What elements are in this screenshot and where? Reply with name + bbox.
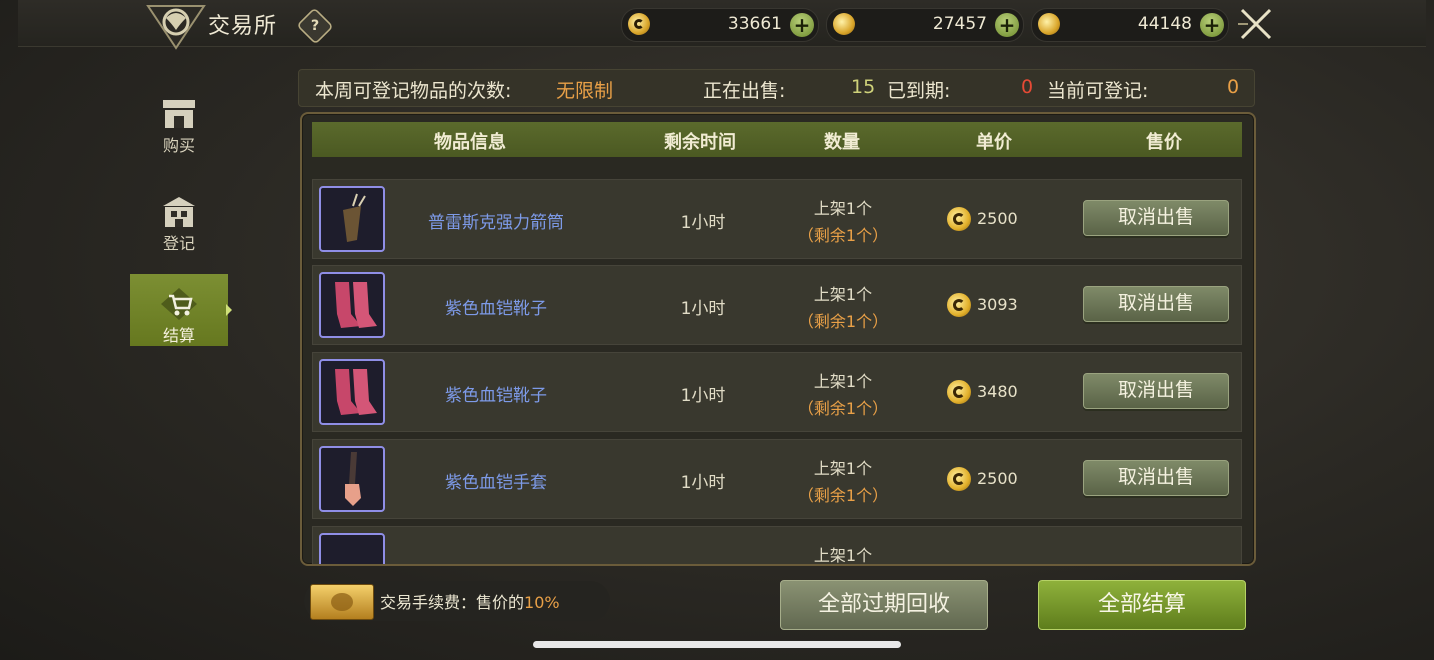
sidebar-item-buy[interactable]: 购买 bbox=[130, 84, 228, 156]
boots-icon bbox=[335, 369, 377, 415]
sidebar-item-label: 登记 bbox=[162, 234, 195, 253]
shop-icon bbox=[163, 100, 195, 128]
time-left: 1小时 bbox=[680, 213, 726, 233]
item-name: 普雷斯克强力箭筒 bbox=[428, 213, 564, 233]
gold-coin-icon bbox=[628, 13, 650, 35]
expired-value: 0 bbox=[1021, 76, 1034, 98]
ticket-icon bbox=[310, 584, 374, 620]
listed-quantity: 上架1个 bbox=[813, 459, 873, 478]
time-left: 1小时 bbox=[680, 386, 726, 406]
register-icon bbox=[163, 197, 195, 227]
unit-price: 3480 bbox=[977, 382, 1018, 401]
table-row: 普雷斯克强力箭筒 1小时 上架1个 （剩余1个） 2500 取消出售 bbox=[312, 179, 1242, 259]
unit-price: 3093 bbox=[977, 295, 1018, 314]
item-slot[interactable] bbox=[319, 446, 385, 512]
currency-bound-gold: 27457 + bbox=[826, 8, 1024, 42]
fee-value: 10% bbox=[524, 593, 560, 612]
cart-icon bbox=[161, 288, 197, 320]
table-row: 上架1个 bbox=[312, 526, 1242, 565]
add-currency-button[interactable]: + bbox=[1200, 13, 1224, 37]
item-name: 紫色血铠手套 bbox=[445, 473, 547, 493]
settle-all-button[interactable]: 全部结算 bbox=[1038, 580, 1246, 630]
remaining-quantity: （剩余1个） bbox=[797, 399, 889, 418]
gold-coin-icon bbox=[947, 467, 971, 491]
add-currency-button[interactable]: + bbox=[995, 13, 1019, 37]
unit-price: 2500 bbox=[977, 469, 1018, 488]
table-header: 物品信息 剩余时间 数量 单价 售价 bbox=[312, 122, 1242, 157]
quiver-icon bbox=[343, 193, 366, 242]
header-item-info: 物品信息 bbox=[434, 132, 506, 153]
dragon-emblem-icon bbox=[146, 5, 206, 50]
help-icon: ? bbox=[310, 17, 320, 34]
selling-label: 正在出售: bbox=[703, 80, 786, 102]
listed-quantity: 上架1个 bbox=[813, 199, 873, 218]
table-row: 紫色血铠手套 1小时 上架1个 （剩余1个） 2500 取消出售 bbox=[312, 439, 1242, 519]
table-row: 紫色血铠靴子 1小时 上架1个 （剩余1个） 3480 取消出售 bbox=[312, 352, 1242, 432]
cancel-sale-button[interactable]: 取消出售 bbox=[1083, 200, 1229, 236]
active-indicator bbox=[226, 304, 232, 316]
home-indicator[interactable] bbox=[533, 641, 901, 648]
header-sale-price: 售价 bbox=[1146, 132, 1182, 153]
table-row: 紫色血铠靴子 1小时 上架1个 （剩余1个） 3093 取消出售 bbox=[312, 265, 1242, 345]
gold-coin-icon bbox=[947, 380, 971, 404]
fee-info: 交易手续费：售价的10% bbox=[304, 581, 610, 621]
stats-bar: 本周可登记物品的次数: 无限制 正在出售: 15 已到期: 0 当前可登记: 0 bbox=[298, 69, 1255, 107]
currency-value: 27457 bbox=[932, 14, 987, 34]
gold-coin-icon bbox=[947, 207, 971, 231]
time-left: 1小时 bbox=[680, 299, 726, 319]
cancel-sale-button[interactable]: 取消出售 bbox=[1083, 286, 1229, 322]
available-value: 0 bbox=[1227, 76, 1240, 98]
item-name: 紫色血铠靴子 bbox=[445, 386, 547, 406]
silver-coin-icon bbox=[1038, 13, 1060, 35]
expired-label: 已到期: bbox=[887, 80, 951, 102]
sidebar-item-label: 结算 bbox=[162, 326, 195, 345]
add-currency-button[interactable]: + bbox=[790, 13, 814, 37]
available-label: 当前可登记: bbox=[1047, 80, 1149, 102]
sidebar-item-label: 购买 bbox=[162, 136, 195, 155]
header-time-left: 剩余时间 bbox=[664, 132, 736, 153]
item-slot[interactable] bbox=[319, 272, 385, 338]
close-icon[interactable] bbox=[1236, 4, 1276, 44]
remaining-quantity: （剩余1个） bbox=[797, 226, 889, 245]
gloves-icon bbox=[345, 452, 361, 506]
remaining-quantity: （剩余1个） bbox=[797, 486, 889, 505]
listed-quantity: 上架1个 bbox=[813, 372, 873, 391]
time-left: 1小时 bbox=[680, 473, 726, 493]
currency-value: 44148 bbox=[1137, 14, 1192, 34]
currency-value: 33661 bbox=[727, 14, 782, 34]
unit-price: 2500 bbox=[977, 209, 1018, 228]
currency-gold: 33661 + bbox=[621, 8, 819, 42]
header-unit-price: 单价 bbox=[976, 132, 1012, 153]
sidebar-item-settle[interactable]: 结算 bbox=[130, 274, 228, 346]
cancel-sale-button[interactable]: 取消出售 bbox=[1083, 373, 1229, 409]
page-title: 交易所 bbox=[208, 14, 278, 39]
remaining-quantity: （剩余1个） bbox=[797, 312, 889, 331]
item-name: 紫色血铠靴子 bbox=[445, 299, 547, 319]
weekly-label: 本周可登记物品的次数: bbox=[315, 80, 512, 102]
listed-quantity: 上架1个 bbox=[813, 546, 873, 565]
item-slot[interactable] bbox=[319, 533, 385, 564]
fee-text: 交易手续费：售价的10% bbox=[380, 589, 560, 613]
gold-coin-icon bbox=[947, 293, 971, 317]
weekly-value: 无限制 bbox=[556, 80, 614, 102]
header-quantity: 数量 bbox=[824, 132, 860, 153]
listing-panel[interactable]: 物品信息 剩余时间 数量 单价 售价 普雷斯克强力箭筒 1小时 上架1个 （剩余… bbox=[300, 112, 1256, 566]
recycle-all-expired-button[interactable]: 全部过期回收 bbox=[780, 580, 988, 630]
bound-gold-icon bbox=[833, 13, 855, 35]
item-slot[interactable] bbox=[319, 186, 385, 252]
fee-label: 交易手续费：售价的 bbox=[380, 593, 525, 612]
boots-icon bbox=[335, 282, 377, 328]
cancel-sale-button[interactable]: 取消出售 bbox=[1083, 460, 1229, 496]
currency-silver: 44148 + bbox=[1031, 8, 1229, 42]
listed-quantity: 上架1个 bbox=[813, 285, 873, 304]
selling-value: 15 bbox=[851, 76, 876, 98]
sidebar-item-register[interactable]: 登记 bbox=[130, 182, 228, 254]
item-slot[interactable] bbox=[319, 359, 385, 425]
